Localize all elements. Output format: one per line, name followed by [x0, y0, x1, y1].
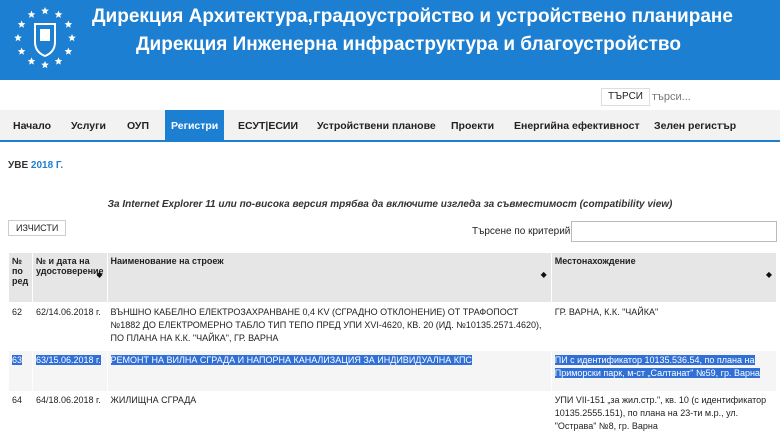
table-row[interactable]: 62 62/14.06.2018 г. ВЪНШНО КАБЕЛНО ЕЛЕКТ… — [8, 302, 778, 351]
nav-item-development-plans[interactable]: Устройствени планове — [317, 110, 436, 142]
cell-no: 63 — [8, 350, 33, 391]
selected-text: РЕМОНТ НА ВИЛНА СГРАДА И НАПОРНА КАНАЛИЗ… — [110, 354, 472, 365]
nav-item-home[interactable]: Начало — [13, 110, 51, 142]
nav-item-oup[interactable]: ОУП — [127, 110, 149, 142]
column-header-name[interactable]: Наименование на строеж ◆ — [106, 252, 552, 303]
header-title-line1: Дирекция Архитектура,градоустройство и у… — [92, 6, 733, 27]
cell-name: РЕМОНТ НА ВИЛНА СГРАДА И НАПОРНА КАНАЛИЗ… — [106, 350, 552, 391]
nav-item-services[interactable]: Услуги — [71, 110, 106, 142]
column-header-no[interactable]: № по ред — [8, 252, 33, 303]
search-bar: ТЪРСИ — [0, 80, 780, 110]
cell-certificate: 64/18.06.2018 г. — [31, 390, 108, 443]
cell-certificate: 63/15.06.2018 г. — [31, 350, 108, 391]
filter-input[interactable] — [571, 221, 777, 242]
page-title: УВЕ 2018 Г. — [8, 160, 63, 171]
cell-location: ГР. ВАРНА, К.К. "ЧАЙКА" — [550, 302, 778, 351]
cell-name: ЖИЛИЩНА СГРАДА — [106, 390, 552, 443]
sort-icon: ◆ — [96, 270, 103, 279]
eu-stars-coat-of-arms-logo[interactable] — [10, 2, 80, 74]
column-header-no-label: № по ред — [12, 256, 29, 286]
header-title-line2: Дирекция Инженерна инфраструктура и благ… — [136, 34, 681, 55]
column-header-certificate-label: № и дата на удостоверение — [35, 256, 104, 276]
selected-text: 63/15.06.2018 г. — [35, 354, 101, 365]
sort-icon: ◆ — [540, 270, 547, 279]
column-header-name-label: Наименование на строеж — [110, 256, 224, 266]
site-header: Дирекция Архитектура,градоустройство и у… — [0, 0, 780, 80]
cell-certificate: 62/14.06.2018 г. — [31, 302, 108, 351]
nav-item-esut[interactable]: ЕСУТ|ЕСИИ — [238, 110, 298, 142]
column-header-location-label: Местонахождение — [554, 256, 636, 266]
column-header-location[interactable]: Местонахождение ◆ — [550, 252, 778, 303]
column-header-certificate[interactable]: № и дата на удостоверение ◆ — [31, 252, 108, 303]
sort-icon: ◆ — [765, 270, 772, 279]
nav-item-green-register[interactable]: Зелен регистър — [654, 110, 736, 142]
search-button[interactable]: ТЪРСИ — [601, 88, 650, 106]
nav-item-energy-efficiency[interactable]: Енергийна ефективност — [514, 110, 640, 142]
table-row[interactable]: 63 63/15.06.2018 г. РЕМОНТ НА ВИЛНА СГРА… — [8, 350, 778, 391]
cell-location: УПИ VII-151 „за жил.стр.", кв. 10 (с иде… — [550, 390, 778, 443]
table-row[interactable]: 64 64/18.06.2018 г. ЖИЛИЩНА СГРАДА УПИ V… — [8, 390, 778, 443]
cell-no: 62 — [8, 302, 33, 351]
clear-button[interactable]: ИЗЧИСТИ — [8, 220, 67, 236]
search-input[interactable] — [652, 88, 772, 106]
registry-table: № по ред № и дата на удостоверение ◆ Наи… — [8, 252, 778, 443]
main-navigation: Начало Услуги ОУП Регистри ЕСУТ|ЕСИИ Уст… — [0, 110, 780, 142]
selected-text: 63 — [12, 354, 23, 365]
page-title-year: 2018 Г. — [30, 160, 64, 171]
nav-item-projects[interactable]: Проекти — [451, 110, 494, 142]
cell-name: ВЪНШНО КАБЕЛНО ЕЛЕКТРОЗАХРАНВАНЕ 0,4 KV … — [106, 302, 552, 351]
cell-location: ПИ с идентификатор 10135.536.54, по план… — [550, 350, 778, 391]
selected-text: ПИ с идентификатор 10135.536.54, по план… — [554, 354, 760, 378]
page-title-prefix: УВЕ — [8, 160, 29, 171]
cell-no: 64 — [8, 390, 33, 443]
nav-item-registers[interactable]: Регистри — [165, 110, 225, 142]
compatibility-note: За Internet Explorer 11 или по-висока ве… — [107, 199, 673, 210]
filter-label: Търсене по критерий — [472, 226, 571, 237]
